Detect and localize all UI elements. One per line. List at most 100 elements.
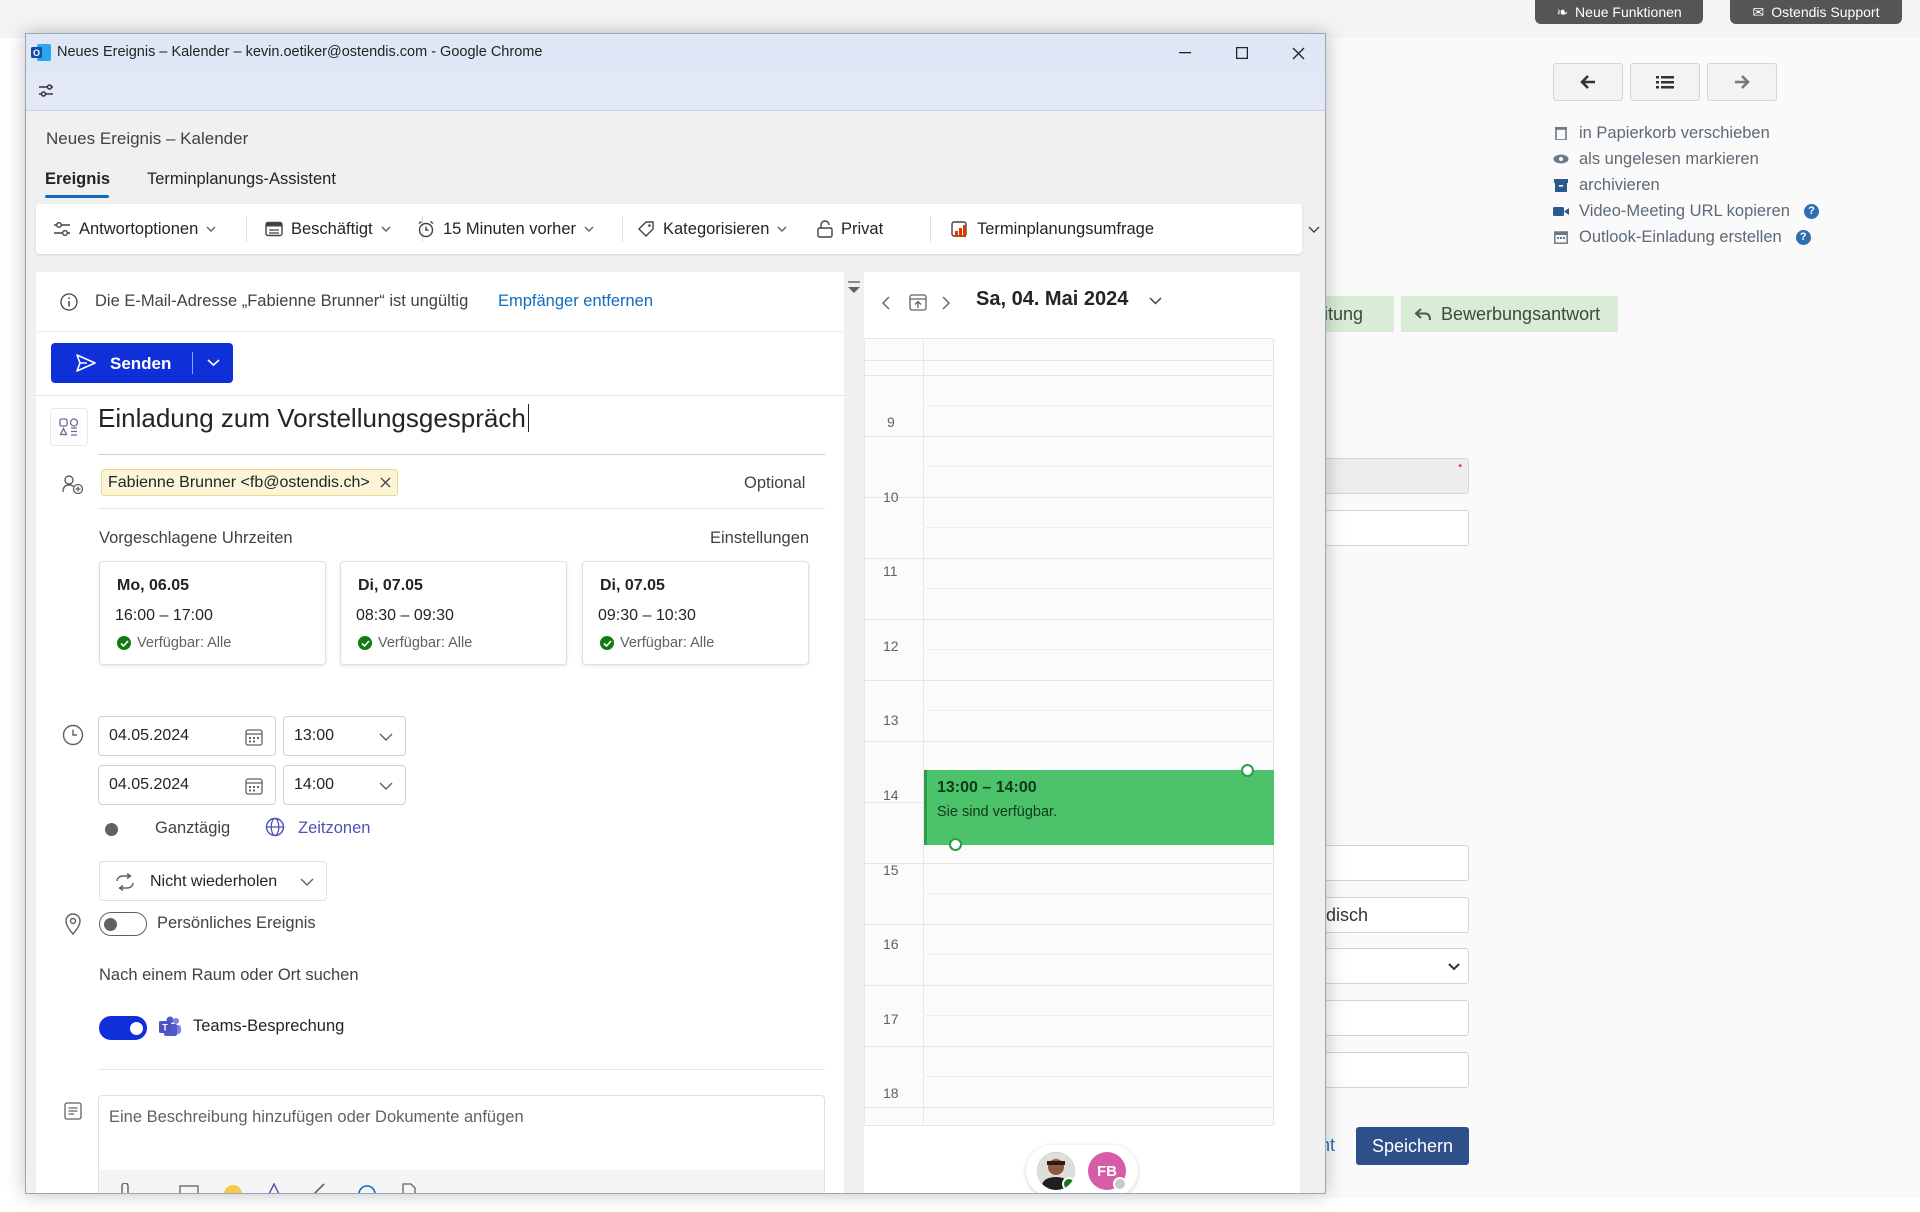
suggestion-settings-link[interactable]: Einstellungen bbox=[710, 529, 809, 548]
attach-icon[interactable] bbox=[119, 1183, 131, 1194]
teams-meeting-toggle[interactable] bbox=[99, 1016, 147, 1040]
grid-line bbox=[923, 1015, 1273, 1016]
response-options-button[interactable]: Antwortoptionen bbox=[53, 204, 216, 254]
calendar-icon bbox=[1553, 230, 1569, 244]
reminder-label: 15 Minuten vorher bbox=[443, 219, 576, 238]
event-title-input[interactable]: Einladung zum Vorstellungsgespräch bbox=[98, 403, 529, 434]
pen-icon[interactable] bbox=[313, 1183, 327, 1194]
tag-icon bbox=[638, 221, 654, 237]
suggested-time-card[interactable]: Mo, 06.05 16:00 – 17:00 Verfügbar: Alle bbox=[99, 561, 326, 665]
archive-icon bbox=[1553, 178, 1569, 192]
calendar-picker-icon[interactable] bbox=[245, 728, 263, 746]
action-copy-video-url[interactable]: Video-Meeting URL kopieren ? bbox=[1553, 199, 1819, 223]
site-settings-icon[interactable] bbox=[38, 84, 54, 98]
calendar-picker-icon[interactable] bbox=[245, 777, 263, 795]
busy-label: Beschäftigt bbox=[291, 219, 373, 238]
start-date-value: 04.05.2024 bbox=[109, 727, 190, 744]
background-field-language[interactable]: ndisch bbox=[1305, 897, 1469, 933]
support-button[interactable]: ✉ Ostendis Support bbox=[1730, 0, 1902, 24]
unknown-status-icon bbox=[1113, 1177, 1127, 1191]
chevron-right-icon[interactable] bbox=[942, 296, 950, 310]
repeat-select[interactable]: Nicht wiederholen bbox=[99, 861, 327, 901]
send-options-chevron-icon[interactable] bbox=[207, 359, 220, 367]
background-select[interactable] bbox=[1305, 948, 1469, 984]
time-zones-link[interactable]: Zeitzonen bbox=[298, 819, 370, 838]
reminder-button[interactable]: 15 Minuten vorher bbox=[417, 204, 594, 254]
previous-button[interactable] bbox=[1553, 63, 1623, 101]
action-trash[interactable]: in Papierkorb verschieben bbox=[1553, 121, 1770, 145]
background-field[interactable] bbox=[1305, 845, 1469, 881]
start-date-input[interactable]: 04.05.2024 bbox=[98, 716, 276, 756]
help-icon[interactable]: ? bbox=[1795, 229, 1811, 245]
background-field[interactable] bbox=[1305, 510, 1469, 546]
suggested-time-card[interactable]: Di, 07.05 08:30 – 09:30 Verfügbar: Alle bbox=[340, 561, 567, 665]
tab-scheduling-assistant[interactable]: Terminplanungs-Assistent bbox=[147, 170, 336, 189]
event-resize-handle-top[interactable] bbox=[1241, 764, 1254, 777]
chevron-down-icon[interactable] bbox=[1149, 297, 1162, 305]
event-resize-handle-bottom[interactable] bbox=[949, 838, 962, 851]
chevron-down-icon bbox=[381, 226, 391, 232]
loop-icon[interactable] bbox=[357, 1182, 377, 1194]
emoji-icon[interactable] bbox=[223, 1182, 243, 1194]
remove-recipient-link[interactable]: Empfänger entfernen bbox=[498, 292, 653, 311]
personal-event-toggle[interactable] bbox=[99, 912, 147, 936]
list-button[interactable] bbox=[1630, 63, 1700, 101]
next-button[interactable] bbox=[1707, 63, 1777, 101]
description-editor[interactable]: Eine Beschreibung hinzufügen oder Dokume… bbox=[98, 1095, 825, 1194]
save-button[interactable]: Speichern bbox=[1356, 1127, 1469, 1165]
ribbon-expand-icon[interactable] bbox=[1308, 226, 1320, 234]
grid-line bbox=[865, 1046, 1273, 1047]
chevron-left-icon[interactable] bbox=[882, 296, 890, 310]
new-features-button[interactable]: ❧ Neue Funktionen bbox=[1535, 0, 1703, 24]
info-icon bbox=[60, 293, 78, 311]
event-availability: Sie sind verfügbar. bbox=[937, 804, 1058, 820]
suggested-time-card[interactable]: Di, 07.05 09:30 – 10:30 Verfügbar: Alle bbox=[582, 561, 809, 665]
help-icon[interactable]: ? bbox=[1803, 203, 1819, 219]
scroll-up-icon[interactable] bbox=[847, 278, 861, 296]
action-mark-unread[interactable]: als ungelesen markieren bbox=[1553, 147, 1759, 171]
private-button[interactable]: Privat bbox=[817, 204, 883, 254]
list-icon bbox=[1656, 76, 1674, 89]
grid-line bbox=[865, 863, 1273, 864]
application-response-tab[interactable]: Bewerbungsantwort bbox=[1401, 296, 1618, 332]
show-as-busy-button[interactable]: Beschäftigt bbox=[265, 204, 391, 254]
end-date-input[interactable]: 04.05.2024 bbox=[98, 765, 276, 805]
time-grid[interactable]: 9 10 11 12 13 14 15 16 17 18 13:00 – 14:… bbox=[864, 338, 1274, 1126]
start-time-select[interactable]: 13:00 bbox=[283, 716, 406, 756]
location-search-input[interactable]: Nach einem Raum oder Ort suchen bbox=[99, 966, 359, 985]
category-picker-button[interactable] bbox=[50, 408, 88, 446]
suggestion-time: 09:30 – 10:30 bbox=[598, 607, 696, 624]
action-archive[interactable]: archivieren bbox=[1553, 173, 1660, 197]
all-day-toggle[interactable] bbox=[100, 817, 148, 841]
calendar-date[interactable]: Sa, 04. Mai 2024 bbox=[976, 288, 1128, 311]
optional-attendees-link[interactable]: Optional bbox=[744, 474, 805, 493]
background-field[interactable] bbox=[1305, 1052, 1469, 1088]
grid-line bbox=[923, 405, 1273, 406]
categorize-button[interactable]: Kategorisieren bbox=[637, 204, 787, 254]
document-icon[interactable] bbox=[401, 1183, 417, 1194]
clock-icon-wrapper bbox=[60, 722, 86, 748]
background-field[interactable] bbox=[1305, 1000, 1469, 1036]
chrome-popup-window: O Neues Ereignis – Kalender – kevin.oeti… bbox=[25, 33, 1326, 1194]
today-icon[interactable] bbox=[909, 293, 927, 311]
text-format-icon[interactable] bbox=[267, 1183, 285, 1194]
chevron-down-icon bbox=[206, 226, 216, 232]
close-button[interactable] bbox=[1270, 34, 1325, 72]
scheduling-poll-button[interactable]: Terminplanungsumfrage bbox=[951, 204, 1154, 254]
grid-line bbox=[865, 680, 1273, 681]
remove-attendee-icon[interactable] bbox=[380, 477, 391, 488]
action-outlook-invite[interactable]: Outlook-Einladung erstellen ? bbox=[1553, 225, 1811, 249]
attendee-chip[interactable]: Fabienne Brunner <fb@ostendis.ch> bbox=[101, 469, 398, 496]
repeat-icon bbox=[116, 873, 134, 891]
end-time-select[interactable]: 14:00 bbox=[283, 765, 406, 805]
avatar-attendee[interactable]: FB bbox=[1088, 1152, 1127, 1191]
maximize-button[interactable] bbox=[1213, 34, 1270, 72]
image-icon[interactable] bbox=[179, 1185, 199, 1194]
send-button[interactable]: Senden bbox=[51, 343, 233, 383]
suggestion-time: 08:30 – 09:30 bbox=[356, 607, 454, 624]
toggle-knob bbox=[105, 823, 118, 836]
tab-event[interactable]: Ereignis bbox=[45, 170, 110, 189]
avatar-organizer[interactable] bbox=[1037, 1152, 1075, 1190]
minimize-button[interactable] bbox=[1156, 34, 1213, 72]
calendar-event-block[interactable]: 13:00 – 14:00 Sie sind verfügbar. bbox=[924, 770, 1274, 845]
